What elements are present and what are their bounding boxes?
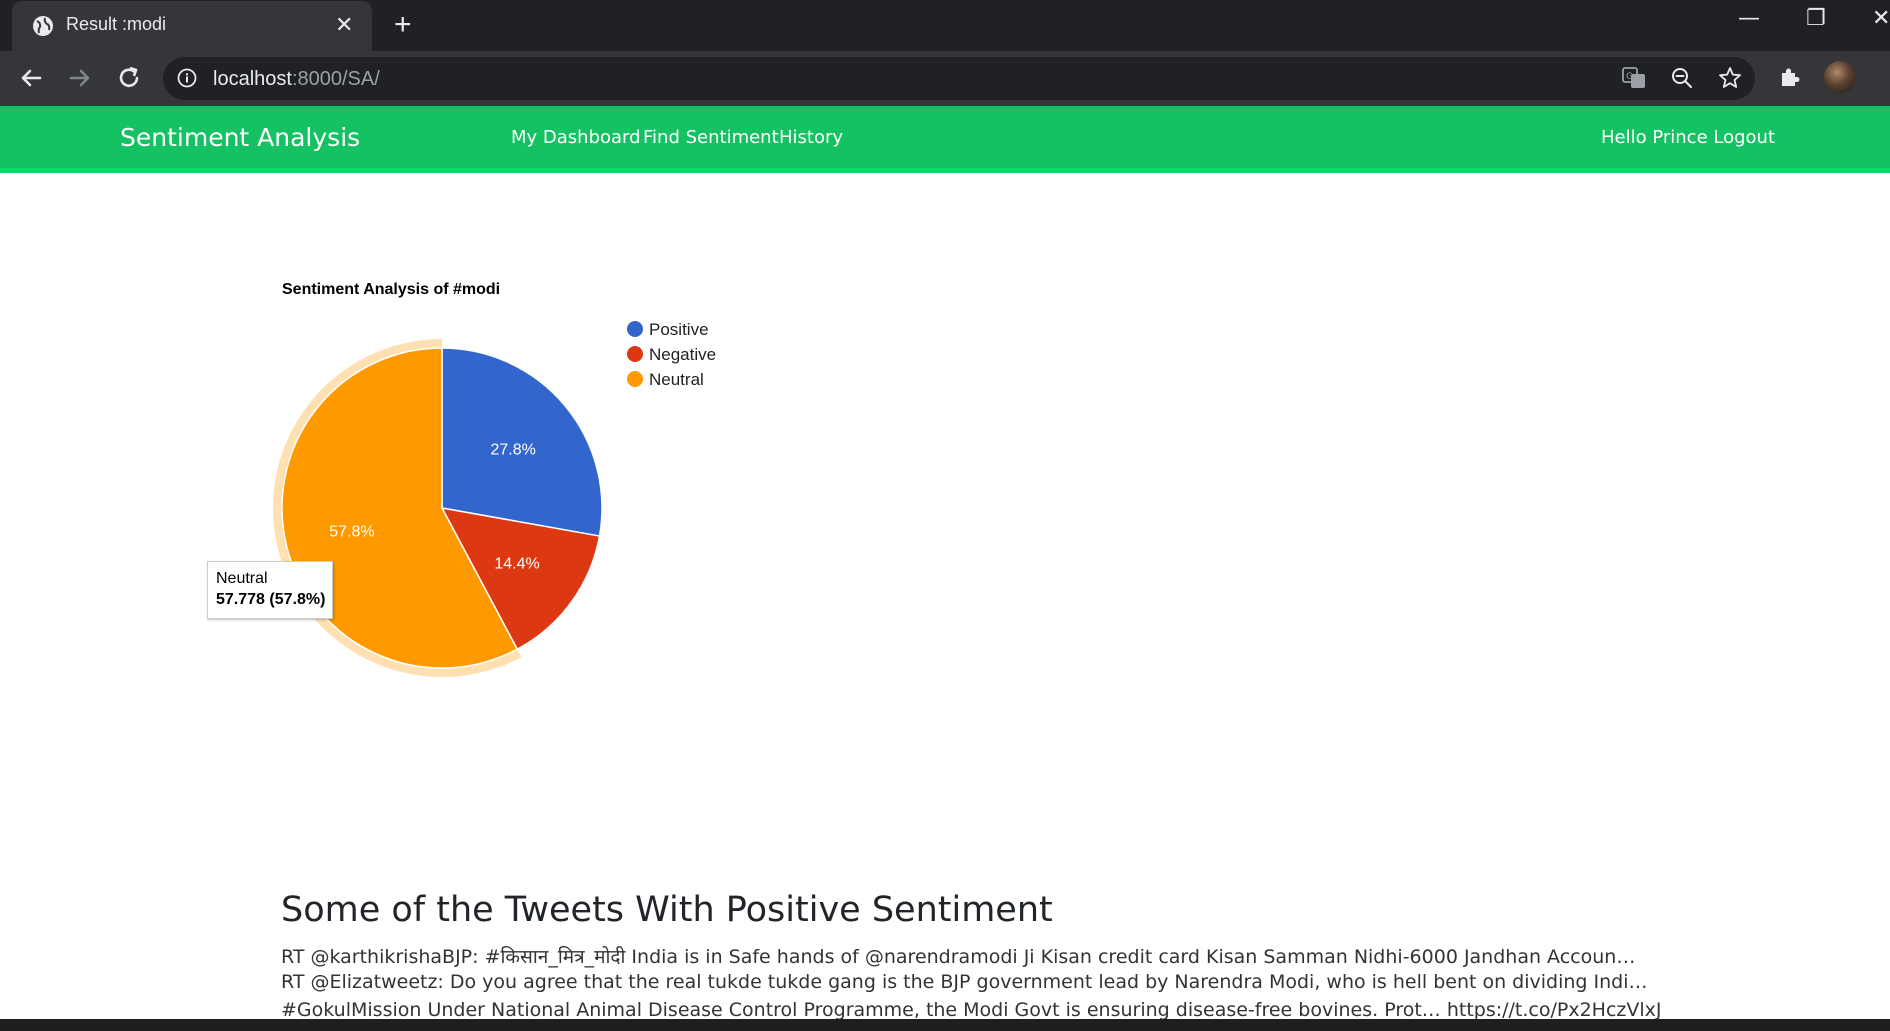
svg-text:G: G <box>1626 72 1633 82</box>
legend-swatch-neutral <box>627 371 643 387</box>
chart-tooltip: Neutral 57.778 (57.8%) <box>207 561 333 619</box>
nav-link-find-sentiment[interactable]: Find Sentiment <box>643 127 779 148</box>
minimize-window-button[interactable]: — <box>1738 6 1760 31</box>
extensions-puzzle-icon[interactable] <box>1777 64 1803 90</box>
os-taskbar <box>0 1019 1890 1031</box>
nav-link-history[interactable]: History <box>779 127 843 148</box>
url-text: localhost:8000/SA/ <box>213 68 380 90</box>
forward-arrow-icon[interactable] <box>65 63 95 93</box>
sentiment-pie-chart: Sentiment Analysis of #modi 27.8% 14.4% 57… <box>272 281 716 677</box>
restore-window-button[interactable]: ❐ <box>1806 6 1826 31</box>
tweet-item: #GokulMission Under National Animal Dise… <box>281 999 1662 1021</box>
tweet-item: RT @Elizatweetz: Do you agree that the r… <box>281 971 1648 993</box>
tooltip-label: Neutral <box>216 570 268 587</box>
brand-link[interactable]: Sentiment Analysis <box>120 123 360 152</box>
pie-percent-label-positive: 27.8% <box>490 441 535 458</box>
back-arrow-icon[interactable] <box>16 63 46 93</box>
nav-link-my-dashboard[interactable]: My Dashboard <box>511 127 641 148</box>
tweets-heading: Some of the Tweets With Positive Sentime… <box>281 890 1053 930</box>
site-info-icon[interactable] <box>177 68 197 88</box>
legend-label-neutral[interactable]: Neutral <box>649 370 704 389</box>
legend-swatch-negative <box>627 346 643 362</box>
profile-avatar[interactable] <box>1824 61 1856 93</box>
close-tab-icon[interactable]: ✕ <box>335 12 353 38</box>
tweet-item: RT @karthikrishaBJP: #किसान_मित्र_मोदी I… <box>281 946 1636 968</box>
user-greeting-logout[interactable]: Hello Prince Logout <box>1601 127 1775 148</box>
pie-percent-label-negative: 14.4% <box>494 556 539 573</box>
tooltip-value: 57.778 (57.8%) <box>216 591 326 608</box>
tab-title: Result :modi <box>66 14 167 34</box>
close-window-button[interactable]: ✕ <box>1872 6 1890 31</box>
legend-label-negative[interactable]: Negative <box>649 345 716 364</box>
browser-toolbar: localhost:8000/SA/ G <box>0 51 1890 106</box>
zoom-out-icon[interactable] <box>1669 65 1695 91</box>
browser-tab-strip: Result :modi ✕ + — ❐ ✕ <box>0 0 1890 51</box>
translate-icon[interactable]: G <box>1621 65 1647 91</box>
globe-icon <box>33 16 53 36</box>
reload-icon[interactable] <box>114 63 144 93</box>
pie-percent-label-neutral: 57.8% <box>329 523 374 540</box>
browser-tab[interactable]: Result :modi ✕ <box>12 1 372 51</box>
chart-title: Sentiment Analysis of #modi <box>282 281 500 298</box>
address-bar[interactable]: localhost:8000/SA/ G <box>163 57 1755 100</box>
bookmark-star-icon[interactable] <box>1717 65 1743 91</box>
legend-swatch-positive <box>627 321 643 337</box>
app-navbar: Sentiment Analysis My Dashboard Find Sen… <box>0 106 1890 173</box>
legend-label-positive[interactable]: Positive <box>649 320 709 339</box>
new-tab-button[interactable]: + <box>394 8 412 42</box>
